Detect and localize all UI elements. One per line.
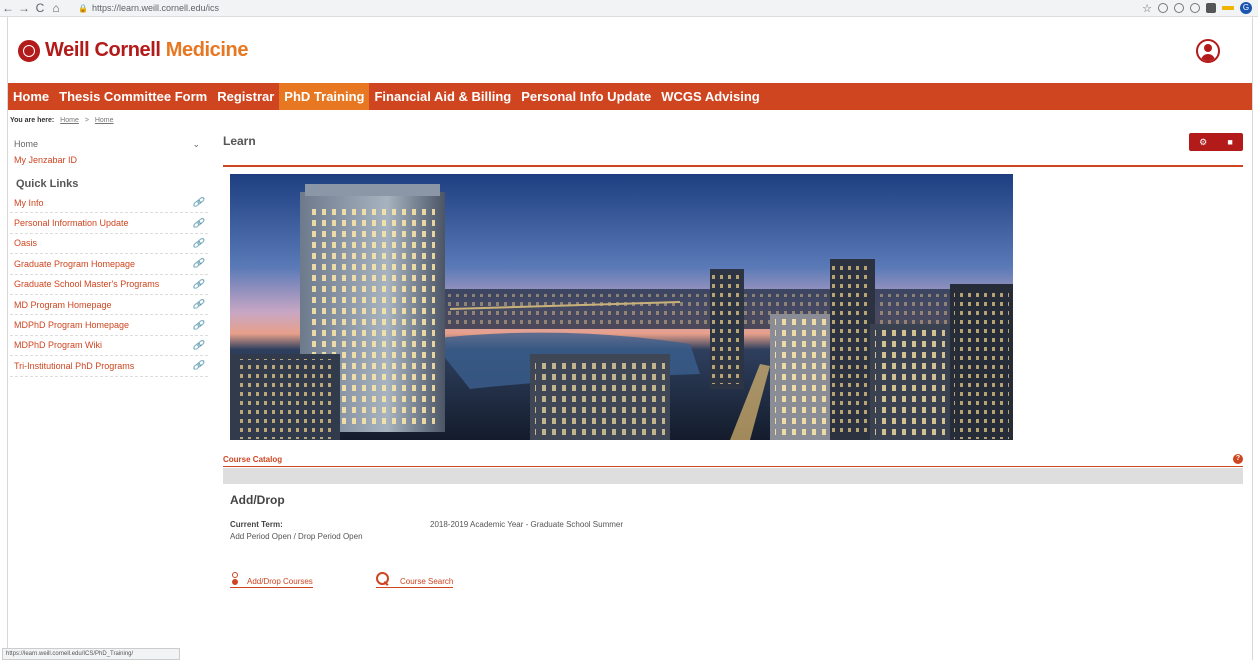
status-bar-url: https://learn.weill.cornell.edu/ICS/PhD_…: [2, 648, 180, 660]
link-icon: 🔗: [192, 258, 204, 269]
extension-square-icon[interactable]: [1206, 3, 1216, 13]
logo-text: Weill Cornell Medicine: [45, 39, 249, 61]
catalog-band: [223, 468, 1243, 484]
course-search-label: Course Search: [400, 577, 454, 586]
lock-icon: 🔒: [78, 3, 88, 13]
nav-item-wcgs-advising[interactable]: WCGS Advising: [656, 83, 764, 110]
current-term-label: Current Term:: [230, 520, 283, 529]
course-search-button[interactable]: Course Search: [376, 572, 454, 588]
back-icon[interactable]: ←: [0, 0, 16, 17]
nav-item-financial-aid-billing[interactable]: Financial Aid & Billing: [369, 83, 516, 110]
course-catalog-title: Course Catalog: [223, 455, 283, 464]
quick-link-oasis[interactable]: Oasis 🔗: [10, 234, 208, 255]
title-divider: [223, 165, 1243, 167]
bookmark-star-icon[interactable]: ☆: [1142, 2, 1152, 15]
quick-link-mdphd-program-homepage[interactable]: MDPhD Program Homepage 🔗: [10, 315, 208, 336]
user-account-icon[interactable]: [1196, 39, 1220, 63]
extension-bar-icon[interactable]: [1222, 6, 1234, 10]
window-left-edge: [0, 17, 8, 660]
current-term-value: 2018-2019 Academic Year - Graduate Schoo…: [430, 520, 624, 529]
breadcrumb-home-link[interactable]: Home: [60, 117, 79, 124]
quick-link-graduate-program-homepage[interactable]: Graduate Program Homepage 🔗: [10, 254, 208, 275]
print-icon[interactable]: ■: [1227, 137, 1232, 147]
nav-item-registrar[interactable]: Registrar: [212, 83, 279, 110]
catalog-divider: [223, 466, 1243, 467]
quick-link-tri-institutional-phd-programs[interactable]: Tri-Institutional PhD Programs 🔗: [10, 356, 208, 377]
profile-avatar-icon[interactable]: G: [1240, 2, 1252, 14]
site-header: Weill Cornell Medicine: [0, 17, 1258, 83]
link-icon: 🔗: [192, 237, 204, 248]
quick-link-md-program-homepage[interactable]: MD Program Homepage 🔗: [10, 295, 208, 316]
quick-links-heading: Quick Links: [16, 178, 79, 190]
gear-icon[interactable]: ⚙: [1199, 137, 1207, 148]
breadcrumb: You are here: Home > Home: [10, 117, 114, 124]
extension-shield-icon[interactable]: [1190, 3, 1200, 13]
quick-link-personal-information-update[interactable]: Personal Information Update 🔗: [10, 213, 208, 234]
link-icon: 🔗: [192, 217, 204, 228]
window-right-edge: [1252, 17, 1258, 660]
breadcrumb-separator: >: [84, 117, 89, 124]
link-icon: 🔗: [192, 319, 204, 330]
nav-item-thesis-committee-form[interactable]: Thesis Committee Form: [54, 83, 212, 110]
site-logo[interactable]: Weill Cornell Medicine: [18, 39, 249, 62]
add-drop-heading: Add/Drop: [230, 493, 285, 507]
search-icon: [376, 572, 390, 586]
nav-item-personal-info-update[interactable]: Personal Info Update: [516, 83, 656, 110]
extensions-area: ☆ G: [1142, 2, 1258, 15]
extension-v-icon[interactable]: [1158, 3, 1168, 13]
breadcrumb-label: You are here:: [10, 117, 55, 124]
browser-toolbar: ← → C ⌂ 🔒 https://learn.weill.cornell.ed…: [0, 0, 1258, 17]
add-drop-courses-label: Add/Drop Courses: [247, 577, 313, 586]
sidebar-home-label: Home: [14, 139, 39, 149]
add-drop-icon: [230, 572, 239, 586]
hero-cityscape-image: [230, 174, 1013, 440]
period-status: Add Period Open / Drop Period Open: [230, 532, 363, 541]
chevron-down-icon[interactable]: ⌄: [192, 139, 208, 150]
sidebar: Home ⌄ My Jenzabar ID Quick Links My Inf…: [10, 136, 208, 377]
breadcrumb-current-link[interactable]: Home: [95, 117, 114, 124]
link-icon: 🔗: [192, 360, 204, 371]
add-drop-courses-button[interactable]: Add/Drop Courses: [230, 572, 313, 588]
home-icon[interactable]: ⌂: [48, 0, 64, 17]
link-icon: 🔗: [192, 299, 204, 310]
quick-link-mdphd-program-wiki[interactable]: MDPhD Program Wiki 🔗: [10, 336, 208, 357]
page-title: Learn: [223, 134, 256, 148]
main-navigation: Home Thesis Committee Form Registrar PhD…: [8, 83, 1252, 110]
nav-item-phd-training[interactable]: PhD Training: [279, 83, 370, 110]
link-icon: 🔗: [192, 339, 204, 350]
address-bar-url[interactable]: https://learn.weill.cornell.edu/ics: [92, 3, 219, 13]
link-icon: 🔗: [192, 197, 204, 208]
nav-item-home[interactable]: Home: [8, 83, 54, 110]
sidebar-home-dropdown[interactable]: Home ⌄: [10, 136, 208, 152]
cornell-seal-icon: [18, 39, 40, 62]
quick-link-my-info[interactable]: My Info 🔗: [10, 193, 208, 214]
help-icon[interactable]: ?: [1233, 454, 1243, 464]
quick-links-list: My Info 🔗 Personal Information Update 🔗 Oa…: [10, 193, 208, 377]
reload-icon[interactable]: C: [32, 0, 48, 17]
extension-circle-icon[interactable]: [1174, 3, 1184, 13]
link-icon: 🔗: [192, 278, 204, 289]
forward-icon[interactable]: →: [16, 0, 32, 17]
sidebar-link-jenzabar-id[interactable]: My Jenzabar ID: [10, 152, 208, 168]
quick-link-graduate-school-masters-programs[interactable]: Graduate School Master's Programs 🔗: [10, 275, 208, 295]
address-bar[interactable]: 🔒 https://learn.weill.cornell.edu/ics: [72, 1, 225, 15]
page-tools: ⚙ ■: [1189, 133, 1243, 151]
